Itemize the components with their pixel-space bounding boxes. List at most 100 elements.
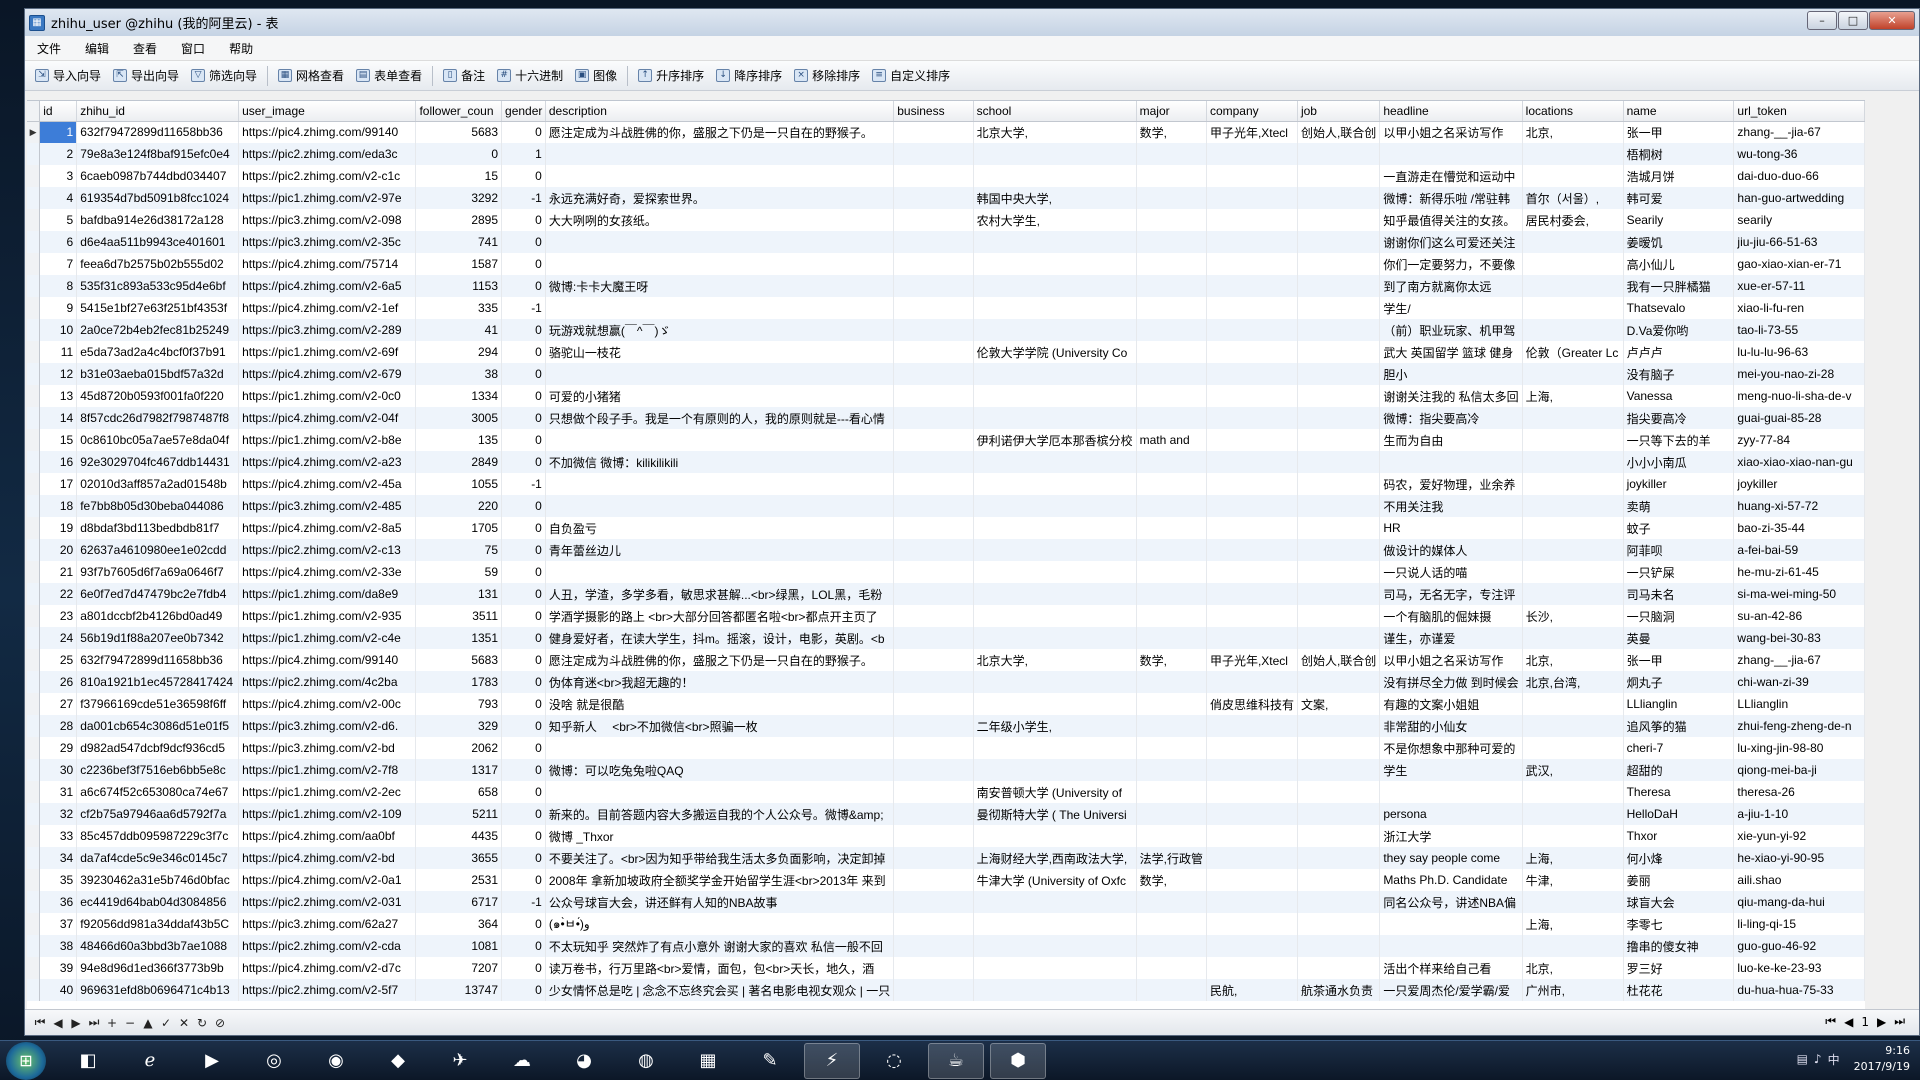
cell-user-image[interactable]: https://pic2.zhimg.com/eda3c [238,143,417,165]
cell-major[interactable] [1136,385,1207,407]
cell-follower-coun[interactable]: 5683 [415,649,503,671]
cell-user-image[interactable]: https://pic4.zhimg.com/v2-d7c [238,957,417,979]
cell-business[interactable] [893,935,974,957]
cell-major[interactable] [1136,209,1207,231]
cell-description[interactable]: 公众号球盲大会，讲还鲜有人知的NBA故事 [545,891,895,913]
row-header[interactable] [27,451,41,473]
cell-headline[interactable]: 活出个样来给自己看 [1379,957,1523,979]
cell-id[interactable]: 29 [39,737,78,759]
cell-description[interactable]: 健身爱好者，在读大学生，抖m。摇滚，设计，电影，英剧。<b [545,627,895,649]
network-icon[interactable]: ▤ [1797,1052,1808,1066]
cell-follower-coun[interactable]: 15 [415,165,503,187]
cell-headline[interactable]: 知乎最值得关注的女孩。 [1379,209,1523,231]
cell-school[interactable] [973,517,1137,539]
cell-follower-coun[interactable]: 2895 [415,209,503,231]
cell-gender[interactable]: 0 [501,561,546,583]
cell-major[interactable] [1136,957,1207,979]
cell-major[interactable] [1136,891,1207,913]
cell-id[interactable]: 10 [39,319,78,341]
cell-follower-coun[interactable]: 658 [415,781,503,803]
cell-follower-coun[interactable]: 0 [415,143,503,165]
column-header-locations[interactable]: locations [1522,101,1624,122]
cell-locations[interactable]: 居民村委会, [1522,209,1624,231]
cell-url-token[interactable]: a-jiu-1-10 [1733,803,1865,825]
cell-url-token[interactable]: du-hua-hua-75-33 [1733,979,1865,1001]
cell-id[interactable]: 24 [39,627,78,649]
cell-follower-coun[interactable]: 2849 [415,451,503,473]
cell-follower-coun[interactable]: 1081 [415,935,503,957]
cell-url-token[interactable]: lu-xing-jin-98-80 [1733,737,1865,759]
cell-job[interactable]: 文案, [1297,693,1381,715]
cell-company[interactable] [1206,187,1298,209]
cell-locations[interactable]: 上海, [1522,847,1624,869]
ime-icon[interactable]: 中 [1828,1051,1840,1068]
cell-gender[interactable]: -1 [501,187,546,209]
column-header-follower-coun[interactable]: follower_coun [415,101,503,122]
column-header-zhihu-id[interactable]: zhihu_id [76,101,240,122]
cell-business[interactable] [893,517,974,539]
cell-headline[interactable]: 你们一定要努力，不要像 [1379,253,1523,275]
row-header[interactable] [27,737,41,759]
cell-headline[interactable]: 学生 [1379,759,1523,781]
cell-url-token[interactable]: meng-nuo-li-sha-de-v [1733,385,1865,407]
cell-gender[interactable]: 0 [501,539,546,561]
volume-icon[interactable]: ♪ [1814,1052,1822,1066]
cell-school[interactable]: 二年级小学生, [973,715,1137,737]
cell-headline[interactable] [1379,143,1523,165]
cell-description[interactable]: 知乎新人 <br>不加微信<br>照骗一枚 [545,715,895,737]
cell-follower-coun[interactable]: 741 [415,231,503,253]
cell-locations[interactable] [1522,561,1624,583]
cell-locations[interactable]: 上海, [1522,913,1624,935]
explorer-icon[interactable]: ◧ [60,1043,116,1079]
column-header-id[interactable]: id [39,101,78,122]
cell-business[interactable] [893,803,974,825]
cell-follower-coun[interactable]: 329 [415,715,503,737]
cell-name[interactable]: cheri-7 [1623,737,1735,759]
cell-follower-coun[interactable]: 335 [415,297,503,319]
cell-gender[interactable]: 0 [501,781,546,803]
cell-job[interactable] [1297,891,1381,913]
cell-school[interactable] [973,979,1137,1001]
row-header[interactable] [27,209,41,231]
cell-description[interactable]: 微博 _Thxor [545,825,895,847]
cell-id[interactable]: 37 [39,913,78,935]
cell-description[interactable]: 永远充满好奇，爱探索世界。 [545,187,895,209]
cell-major[interactable] [1136,935,1207,957]
cell-job[interactable] [1297,429,1381,451]
cell-id[interactable]: 36 [39,891,78,913]
cell-id[interactable]: 12 [39,363,78,385]
cell-url-token[interactable]: wang-bei-30-83 [1733,627,1865,649]
cell-job[interactable] [1297,913,1381,935]
cell-follower-coun[interactable]: 4435 [415,825,503,847]
cell-business[interactable] [893,847,974,869]
cell-major[interactable] [1136,979,1207,1001]
cell-zhihu-id[interactable]: 6e0f7ed7d47479bc2e7fdb4 [76,583,240,605]
cell-zhihu-id[interactable]: 6caeb0987b744dbd034407 [76,165,240,187]
cell-company[interactable] [1206,495,1298,517]
cell-headline[interactable] [1379,935,1523,957]
cell-company[interactable] [1206,825,1298,847]
cell-user-image[interactable]: https://pic2.zhimg.com/v2-cda [238,935,417,957]
refresh-button[interactable]: ↻ [193,1016,211,1030]
cell-user-image[interactable]: https://pic3.zhimg.com/v2-289 [238,319,417,341]
cell-locations[interactable] [1522,165,1624,187]
cell-gender[interactable]: 0 [501,517,546,539]
cell-id[interactable]: 20 [39,539,78,561]
cell-zhihu-id[interactable]: c2236bef3f7516eb6bb5e8c [76,759,240,781]
table-row[interactable]: 29 d982ad547dcbf9dcf936cd5 https://pic3.zh… [27,737,1865,759]
table-row[interactable]: 7 feea6d7b2575b02b555d02 https://pic4.zhim… [27,253,1865,275]
cell-job[interactable] [1297,275,1381,297]
cell-locations[interactable]: 北京, [1522,649,1624,671]
row-header[interactable] [27,759,41,781]
cell-description[interactable] [545,495,895,517]
cell-zhihu-id[interactable]: a6c674f52c653080ca74e67 [76,781,240,803]
cell-school[interactable] [973,385,1137,407]
cell-url-token[interactable]: tao-li-73-55 [1733,319,1865,341]
cell-url-token[interactable]: luo-ke-ke-23-93 [1733,957,1865,979]
cell-zhihu-id[interactable]: f37966169cde51e36598f6ff [76,693,240,715]
cell-gender[interactable]: 0 [501,253,546,275]
cell-gender[interactable]: 0 [501,363,546,385]
cell-locations[interactable] [1522,143,1624,165]
cell-headline[interactable] [1379,451,1523,473]
cell-locations[interactable]: 牛津, [1522,869,1624,891]
